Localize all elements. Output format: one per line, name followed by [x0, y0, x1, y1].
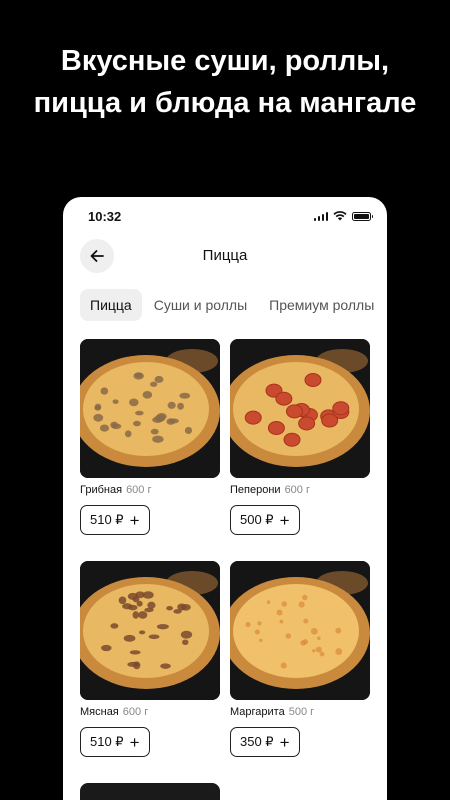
product-price: 500 ₽ [240, 512, 274, 527]
product-image [230, 339, 370, 478]
battery-icon [352, 212, 373, 221]
add-to-cart-button[interactable]: 500 ₽ + [230, 505, 300, 535]
status-time: 10:32 [88, 209, 122, 224]
status-bar: 10:32 [63, 197, 387, 237]
product-name: Пеперони [230, 484, 281, 496]
promo-headline: Вкусные суши, роллы, пицца и блюда на ма… [33, 45, 417, 119]
product-weight: 500 г [288, 706, 315, 718]
product-image [80, 561, 220, 700]
product-name: Маргарита [230, 706, 285, 718]
tab-premium-rolls[interactable]: Премиум роллы [259, 289, 384, 321]
product-weight: 600 г [126, 484, 152, 496]
plus-icon: + [129, 732, 140, 752]
product-price: 510 ₽ [90, 512, 124, 527]
product-image [80, 339, 220, 478]
tab-sushi-rolls[interactable]: Суши и роллы [144, 289, 257, 321]
product-name: Мясная [80, 706, 119, 718]
plus-icon: + [129, 510, 140, 530]
product-price: 350 ₽ [240, 734, 274, 749]
product-weight: 600 г [284, 484, 310, 496]
category-tabs: Пицца Суши и роллы Премиум роллы [80, 289, 384, 321]
plus-icon: + [279, 510, 290, 530]
status-icons [313, 211, 373, 221]
wifi-icon [333, 211, 347, 221]
product-card[interactable]: Пеперони 600 г 500 ₽ + [230, 339, 370, 535]
product-card-partial[interactable] [80, 783, 220, 800]
product-card[interactable]: Мясная 600 г 510 ₽ + [80, 561, 220, 757]
add-to-cart-button[interactable]: 510 ₽ + [80, 505, 150, 535]
plus-icon: + [279, 732, 290, 752]
add-to-cart-button[interactable]: 350 ₽ + [230, 727, 300, 757]
product-image [230, 561, 370, 700]
product-price: 510 ₽ [90, 734, 124, 749]
page-title: Пицца [202, 247, 248, 264]
product-name: Грибная [80, 484, 123, 496]
phone-screen: 10:32 Пицца Пицца Суши и роллы Премиум р… [63, 197, 387, 800]
product-weight: 600 г [122, 706, 149, 718]
tab-pizza[interactable]: Пицца [80, 289, 142, 321]
signal-icon [313, 211, 328, 221]
add-to-cart-button[interactable]: 510 ₽ + [80, 727, 150, 757]
product-card[interactable]: Маргарита 500 г 350 ₽ + [230, 561, 370, 757]
product-card[interactable]: Грибная 600 г 510 ₽ + [80, 339, 220, 535]
